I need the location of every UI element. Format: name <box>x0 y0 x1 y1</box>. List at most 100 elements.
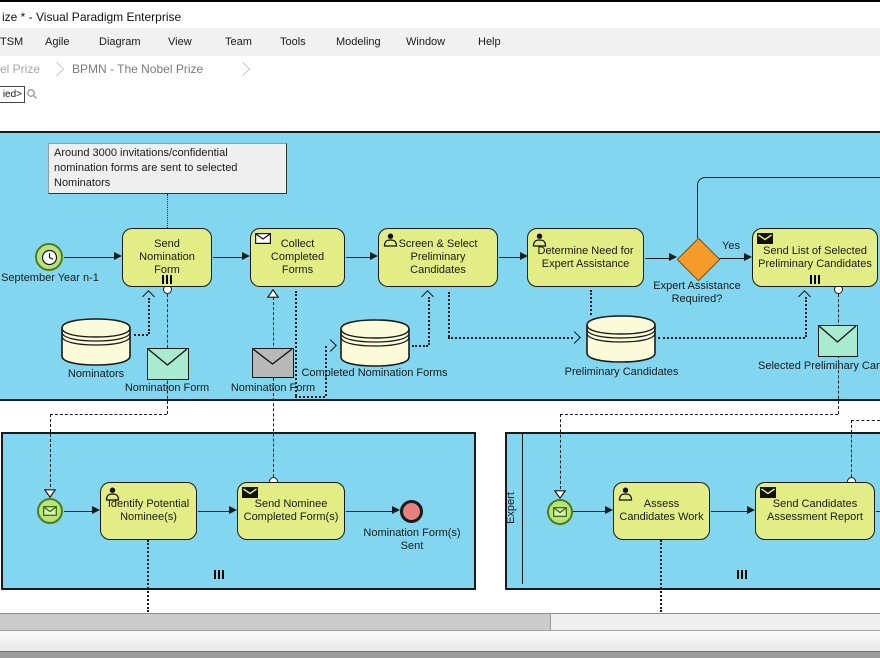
message-nomination-form-green[interactable] <box>147 348 189 380</box>
clock-icon <box>41 249 58 266</box>
arrowhead <box>392 506 400 514</box>
message-flow[interactable] <box>50 414 167 415</box>
note-text: Around 3000 invitations/confidential nom… <box>54 147 237 189</box>
data-association[interactable] <box>448 292 450 337</box>
envelope-flap <box>819 326 856 344</box>
lane-divider <box>522 434 523 584</box>
data-store-preliminary-candidates[interactable] <box>584 314 658 364</box>
arrowhead <box>92 506 100 514</box>
arrowhead <box>370 252 378 260</box>
menu-item-modeling[interactable]: Modeling <box>336 36 381 48</box>
task-send-list-selected-preliminary-candidates[interactable]: Send List of Selected Preliminary Candid… <box>752 228 878 287</box>
sequence-flow-yes[interactable] <box>718 258 745 259</box>
task-send-candidates-assessment-report[interactable]: Send Candidates Assessment Report <box>755 482 875 540</box>
multi-instance-marker <box>810 275 820 284</box>
note-anchor-line[interactable] <box>167 194 168 228</box>
chevron-right-icon <box>236 62 250 76</box>
message-flow[interactable] <box>560 414 561 489</box>
data-association[interactable] <box>428 297 430 345</box>
lane-label-expert: Expert <box>505 483 517 533</box>
message-selected-preliminary-candidates[interactable] <box>818 325 858 357</box>
data-association[interactable] <box>660 540 662 612</box>
zoom-combo-box[interactable]: ied> <box>0 86 25 103</box>
menu-item-tools[interactable]: Tools <box>280 36 306 48</box>
magnifier-icon[interactable] <box>26 88 38 100</box>
send-envelope-icon <box>242 487 258 502</box>
status-bar <box>0 630 880 652</box>
sequence-flow[interactable] <box>499 257 521 258</box>
sequence-flow[interactable] <box>213 257 243 258</box>
message-arrowhead <box>554 490 566 499</box>
sequence-flow[interactable] <box>876 511 880 512</box>
task-send-nominee-completed-forms[interactable]: Send Nominee Completed Form(s) <box>237 482 345 540</box>
end-event-nomination-forms-sent[interactable] <box>400 500 423 523</box>
note-annotation[interactable]: Around 3000 invitations/confidential nom… <box>48 143 287 194</box>
menu-item-agile[interactable]: Agile <box>45 36 69 48</box>
menu-item-team[interactable]: Team <box>225 36 252 48</box>
sequence-flow[interactable] <box>64 511 93 512</box>
message-flow[interactable] <box>560 414 838 415</box>
window-bottom-edge <box>0 651 880 658</box>
task-screen-select-preliminary-candidates[interactable]: Screen & Select Preliminary Candidates <box>378 228 498 287</box>
sequence-flow[interactable] <box>346 257 371 258</box>
sequence-flow[interactable] <box>645 258 671 259</box>
toolbar: ied> <box>0 82 880 107</box>
task-identify-potential-nominees[interactable]: Identify Potential Nominee(s) <box>100 482 197 540</box>
flow-label-yes: Yes <box>722 240 740 253</box>
message-flow[interactable] <box>851 420 880 421</box>
sequence-flow[interactable] <box>573 511 606 512</box>
menu-bar: TSM Agile Diagram View Team Tools Modeli… <box>0 28 880 57</box>
menu-item-window[interactable]: Window <box>406 36 445 48</box>
diagram-canvas[interactable]: Expert Yes <box>0 106 880 612</box>
data-association[interactable] <box>147 540 149 612</box>
menu-item-view[interactable]: View <box>168 36 192 48</box>
message-flow[interactable] <box>851 420 852 477</box>
sequence-flow[interactable] <box>711 511 748 512</box>
message-label: Nomination Form <box>228 382 318 395</box>
breadcrumb-item-bpmn[interactable]: BPMN - The Nobel Prize <box>72 62 203 76</box>
breadcrumb: el Prize BPMN - The Nobel Prize <box>0 56 880 82</box>
data-association[interactable] <box>412 345 428 347</box>
timer-start-event[interactable] <box>35 243 63 271</box>
window-title: ize * - Visual Paradigm Enterprise <box>2 10 181 24</box>
horizontal-scrollbar-thumb[interactable] <box>0 614 551 630</box>
message-start-event[interactable] <box>547 499 573 525</box>
data-association[interactable] <box>590 290 592 315</box>
message-start-event[interactable] <box>37 498 63 524</box>
message-flow[interactable] <box>50 414 51 487</box>
data-association[interactable] <box>148 298 150 334</box>
arrowhead <box>605 506 613 514</box>
data-association[interactable] <box>295 396 325 398</box>
envelope-icon <box>43 506 57 516</box>
menu-item-tsm[interactable]: TSM <box>0 36 23 48</box>
data-association[interactable] <box>295 291 297 396</box>
application-window: ize * - Visual Paradigm Enterprise TSM A… <box>0 0 880 658</box>
menu-item-help[interactable]: Help <box>478 36 501 48</box>
user-icon <box>383 233 398 251</box>
data-store-completed-nomination-forms[interactable] <box>338 318 412 368</box>
breadcrumb-item-prize[interactable]: el Prize <box>0 62 40 76</box>
end-event-label: Nomination Form(s) Sent <box>352 527 472 553</box>
horizontal-scrollbar[interactable] <box>0 613 880 630</box>
data-association[interactable] <box>658 337 805 339</box>
pool-multi-instance-marker <box>214 570 224 579</box>
arrowhead <box>669 253 677 261</box>
sequence-flow[interactable] <box>198 511 230 512</box>
sequence-flow[interactable] <box>64 257 115 258</box>
sequence-flow[interactable] <box>346 511 393 512</box>
task-collect-completed-forms[interactable]: Collect Completed Forms <box>250 228 345 287</box>
user-icon <box>532 233 547 251</box>
arrowhead <box>747 506 755 514</box>
task-determine-need-expert-assistance[interactable]: Determine Need for Expert Assistance <box>527 228 644 287</box>
envelope-flap <box>253 349 292 366</box>
menu-item-diagram[interactable]: Diagram <box>99 36 141 48</box>
arrowhead <box>242 252 250 260</box>
task-assess-candidates-work[interactable]: Assess Candidates Work <box>613 482 710 540</box>
data-association[interactable] <box>448 337 573 339</box>
data-association[interactable] <box>805 297 807 337</box>
title-bar[interactable]: ize * - Visual Paradigm Enterprise <box>0 2 880 28</box>
data-store-nominators[interactable] <box>59 317 133 367</box>
task-send-nomination-form[interactable]: Send Nomination Form <box>122 228 212 287</box>
data-association[interactable] <box>134 334 148 336</box>
message-nomination-form-gray[interactable] <box>252 348 294 378</box>
